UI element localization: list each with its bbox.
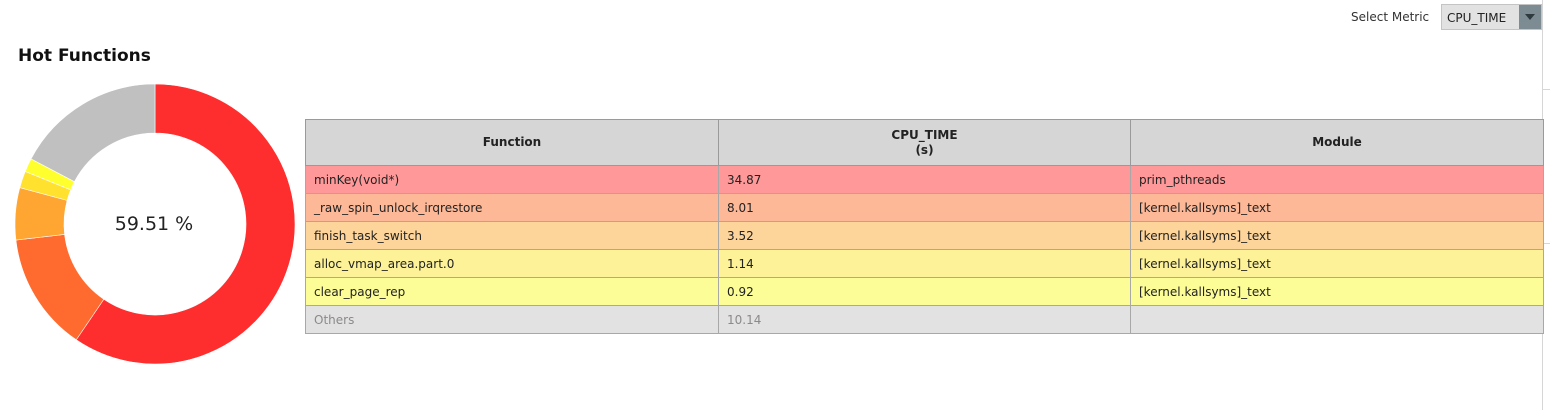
hot-functions-title: Hot Functions bbox=[18, 46, 151, 66]
function-cell: minKey(void*) bbox=[305, 165, 719, 194]
module-cell bbox=[1130, 305, 1544, 334]
module-column-header[interactable]: Module bbox=[1130, 119, 1544, 166]
module-cell: [kernel.kallsyms]_text bbox=[1130, 249, 1544, 278]
cpu-time-cell: 1.14 bbox=[718, 249, 1131, 278]
function-cell: finish_task_switch bbox=[305, 221, 719, 250]
cpu-time-column-header[interactable]: CPU_TIME (s) bbox=[718, 119, 1131, 166]
cpu-time-cell: 8.01 bbox=[718, 193, 1131, 222]
table-row[interactable]: alloc_vmap_area.part.0 1.14 [kernel.kall… bbox=[305, 249, 1544, 278]
donut-center-label: 59.51 % bbox=[115, 213, 194, 235]
function-column-header[interactable]: Function bbox=[305, 119, 719, 166]
dropdown-arrow-button[interactable] bbox=[1519, 5, 1541, 29]
module-cell: prim_pthreads bbox=[1130, 165, 1544, 194]
cpu-time-header-label: CPU_TIME bbox=[891, 127, 958, 142]
function-header-label: Function bbox=[482, 135, 542, 149]
table-header-row: Function CPU_TIME (s) Module bbox=[305, 119, 1544, 166]
metric-dropdown[interactable]: CPU_TIME bbox=[1441, 4, 1542, 30]
function-cell: alloc_vmap_area.part.0 bbox=[305, 249, 719, 278]
donut-segment-5[interactable] bbox=[30, 83, 156, 183]
cpu-time-cell: 3.52 bbox=[718, 221, 1131, 250]
chevron-down-icon bbox=[1525, 14, 1535, 20]
cpu-time-unit-label: (s) bbox=[915, 142, 934, 157]
hot-functions-table: Function CPU_TIME (s) Module minKey(void… bbox=[305, 119, 1544, 334]
table-row[interactable]: clear_page_rep 0.92 [kernel.kallsyms]_te… bbox=[305, 277, 1544, 306]
function-cell: _raw_spin_unlock_irqrestore bbox=[305, 193, 719, 222]
select-metric-label: Select Metric bbox=[1351, 10, 1430, 24]
function-cell: Others bbox=[305, 305, 719, 334]
module-header-label: Module bbox=[1312, 135, 1362, 149]
table-row[interactable]: _raw_spin_unlock_irqrestore 8.01 [kernel… bbox=[305, 193, 1544, 222]
table-row[interactable]: minKey(void*) 34.87 prim_pthreads bbox=[305, 165, 1544, 194]
module-cell: [kernel.kallsyms]_text bbox=[1130, 221, 1544, 250]
panel-divider-tick bbox=[1542, 89, 1550, 90]
cpu-time-cell: 10.14 bbox=[718, 305, 1131, 334]
table-row[interactable]: finish_task_switch 3.52 [kernel.kallsyms… bbox=[305, 221, 1544, 250]
hot-functions-donut-chart: 59.51 % bbox=[14, 83, 296, 365]
module-cell: [kernel.kallsyms]_text bbox=[1130, 193, 1544, 222]
cpu-time-cell: 0.92 bbox=[718, 277, 1131, 306]
function-cell: clear_page_rep bbox=[305, 277, 719, 306]
cpu-time-cell: 34.87 bbox=[718, 165, 1131, 194]
module-cell: [kernel.kallsyms]_text bbox=[1130, 277, 1544, 306]
table-row-others[interactable]: Others 10.14 bbox=[305, 305, 1544, 334]
metric-dropdown-value: CPU_TIME bbox=[1447, 11, 1507, 25]
